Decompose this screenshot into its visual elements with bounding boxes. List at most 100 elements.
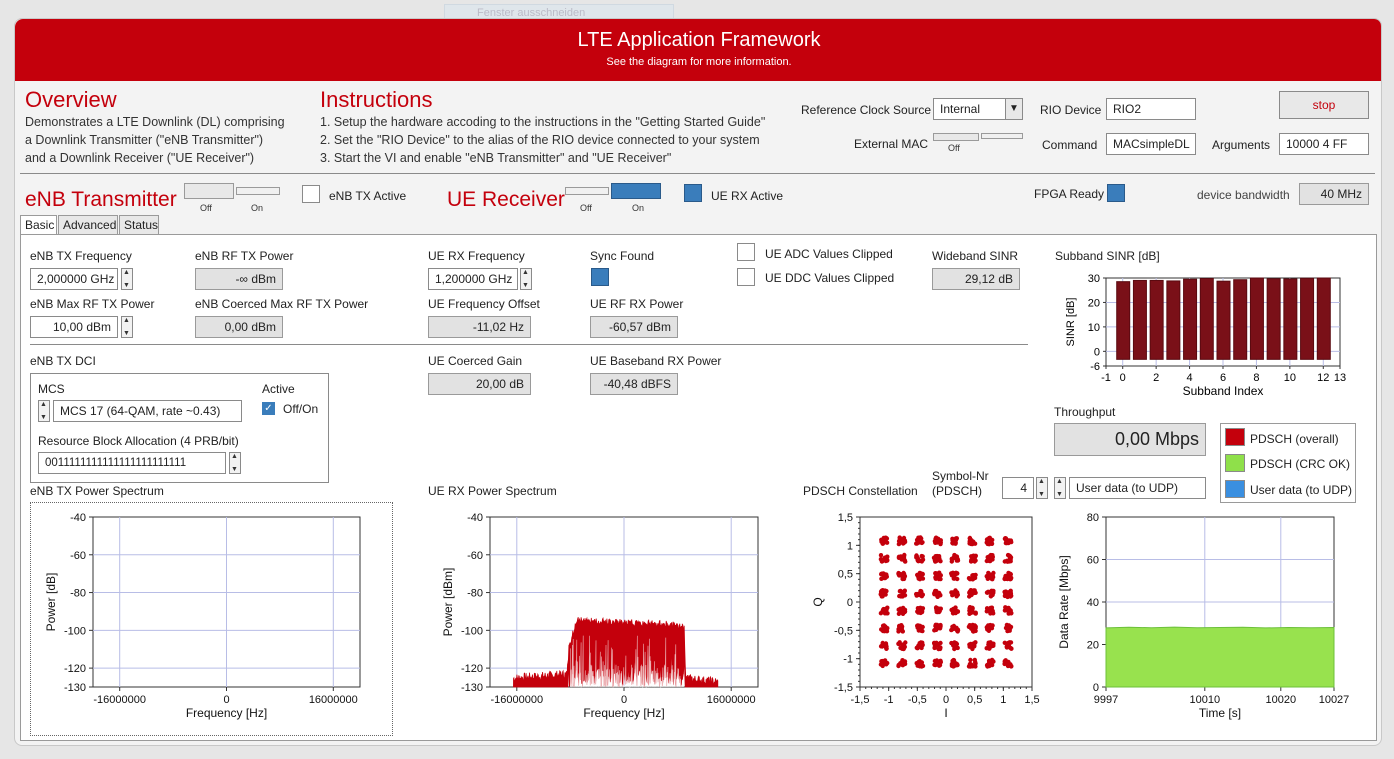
enb-tx-freq-input[interactable]: 2,000000 GHz	[30, 268, 118, 290]
y-axis-label: Power [dB]	[44, 573, 58, 632]
constellation-point	[885, 554, 890, 559]
constellation-point	[917, 659, 922, 664]
x-tick-label: 0	[621, 694, 627, 706]
ref-clock-select[interactable]: Internal	[933, 98, 1007, 120]
throughput-value: 0,00 Mbps	[1054, 423, 1206, 456]
rb-allocation-input[interactable]: 0011111111111111111111111	[38, 452, 226, 474]
constellation-point	[920, 624, 925, 630]
arguments-input[interactable]: 10000 4 FF	[1279, 133, 1369, 155]
divider	[20, 173, 1375, 174]
constellation-point	[967, 590, 972, 595]
constellation-point	[901, 556, 907, 561]
constellation-point	[883, 575, 888, 581]
y-tick-label: 20	[1088, 297, 1100, 309]
ext-mac-toggle[interactable]	[933, 133, 979, 141]
x-tick-label: 0	[943, 694, 949, 706]
constellation-point	[936, 607, 941, 612]
app-title: LTE Application Framework	[577, 29, 821, 51]
ue-rx-freq-stepper[interactable]	[520, 268, 532, 290]
constellation-point	[885, 605, 890, 610]
constellation-point	[902, 644, 907, 650]
symbol-nr-stepper[interactable]	[1036, 477, 1048, 499]
rio-device-input[interactable]: RIO2	[1106, 98, 1196, 120]
mcs-select[interactable]: MCS 17 (64-QAM, rate ~0.43)	[53, 400, 242, 422]
ue-toggle[interactable]	[611, 183, 661, 199]
constellation-point	[985, 608, 990, 613]
ue-on-label: On	[632, 203, 645, 213]
rio-device-label: RIO Device	[1040, 103, 1102, 117]
y-tick-label: -130	[461, 682, 483, 694]
throughput-chart: 9997 10010 10020 10027 80 60 40 20 0 Time [s] Data…	[1057, 512, 1349, 720]
enb-title: eNB Transmitter	[25, 188, 177, 211]
adc-clipped-label: UE ADC Values Clipped	[765, 247, 893, 261]
constellation-point	[933, 559, 938, 564]
sinr-bar	[1316, 277, 1331, 360]
constellation-point	[966, 624, 972, 629]
throughput-label: Throughput	[1054, 405, 1116, 419]
ue-title: UE Receiver	[447, 188, 565, 211]
y-axis-label: SINR [dB]	[1065, 298, 1077, 347]
mcs-stepper[interactable]	[38, 400, 50, 422]
constellation-point	[973, 611, 978, 616]
legend-swatch-overall	[1225, 428, 1245, 446]
constellation-point	[985, 664, 990, 669]
tab-status[interactable]: Status	[119, 215, 159, 235]
constellation-point	[955, 571, 960, 576]
x-axis-label: I	[944, 706, 947, 720]
subband-sinr-chart: -1 0 2 4 6 8 10 12 13 30 20 10 0 -6 Subband Index SINR …	[1065, 273, 1346, 398]
tab-advanced[interactable]: Advanced	[58, 215, 118, 235]
x-axis-label: Time [s]	[1199, 706, 1241, 720]
sinr-bar	[1166, 280, 1181, 360]
stop-button[interactable]: stop	[1279, 91, 1369, 119]
enb-max-rf-input[interactable]: 10,00 dBm	[30, 316, 118, 338]
ue-off-label: Off	[580, 203, 592, 213]
constellation-point	[914, 537, 920, 543]
x-axis-label: Subband Index	[1183, 384, 1264, 398]
constellation-point	[970, 629, 976, 634]
x-tick-label: 10010	[1190, 694, 1221, 706]
y-tick-label: -60	[70, 550, 86, 562]
user-data-select[interactable]: User data (to UDP)	[1069, 477, 1206, 499]
x-tick-label: -16000000	[490, 694, 543, 706]
constellation-point	[990, 658, 995, 663]
constellation-point	[938, 541, 943, 547]
ext-mac-state: Off	[948, 143, 960, 153]
constellation-point	[919, 594, 924, 599]
symbol-nr-input[interactable]: 4	[1002, 477, 1034, 499]
constellation-point	[955, 592, 960, 597]
check-icon[interactable]: ✓	[262, 402, 275, 415]
x-tick-label: 2	[1153, 372, 1159, 384]
rb-allocation-stepper[interactable]	[229, 452, 241, 474]
ue-toggle-track	[565, 187, 609, 195]
overview-line: and a Downlink Receiver ("UE Receiver")	[25, 151, 255, 165]
constellation-point	[918, 644, 923, 650]
constellation-point	[915, 606, 921, 611]
constellation-point	[933, 535, 939, 540]
rb-allocation-label: Resource Block Allocation (4 PRB/bit)	[38, 434, 239, 448]
constellation-point	[917, 570, 922, 576]
y-tick-label: 40	[1087, 597, 1099, 609]
constellation-point	[920, 663, 926, 669]
enb-rf-tx-power-value: -∞ dBm	[195, 268, 283, 290]
ue-rx-freq-input[interactable]: 1,200000 GHz	[428, 268, 518, 290]
constellation-point	[916, 558, 921, 564]
enb-tx-freq-stepper[interactable]	[121, 268, 133, 290]
basic-divider	[30, 344, 1028, 345]
chevron-down-icon[interactable]: ▼	[1005, 98, 1023, 120]
user-data-stepper[interactable]	[1054, 477, 1066, 499]
x-tick-label: 0	[223, 694, 229, 706]
y-tick-label: -60	[467, 550, 483, 562]
ext-mac-toggle-track	[981, 133, 1023, 139]
constellation-point	[902, 607, 908, 612]
enb-max-rf-stepper[interactable]	[121, 316, 133, 338]
sinr-bar	[1283, 278, 1298, 360]
constellation-point	[1007, 571, 1013, 576]
constellation-point	[988, 555, 994, 560]
x-tick-label: 1	[1000, 694, 1006, 706]
y-tick-label: 60	[1087, 555, 1099, 567]
enb-toggle[interactable]	[184, 183, 234, 199]
command-input[interactable]: MACsimpleDL	[1106, 133, 1196, 155]
ue-baseband-label: UE Baseband RX Power	[590, 354, 722, 368]
overview-line: Demonstrates a LTE Downlink (DL) compris…	[25, 115, 285, 129]
tab-basic[interactable]: Basic	[20, 215, 57, 235]
